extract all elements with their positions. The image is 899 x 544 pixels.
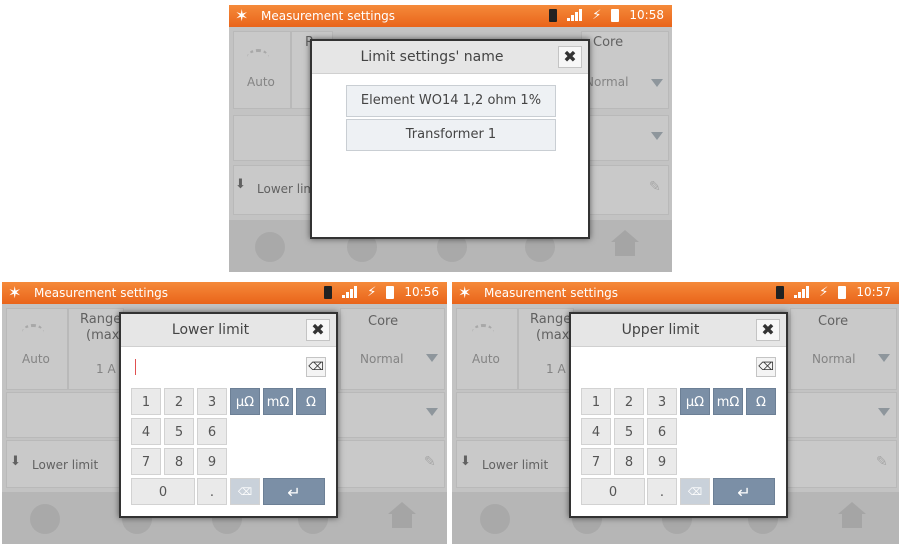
key-5[interactable]: 5 [164,418,194,445]
key-7[interactable]: 7 [581,448,611,475]
key-1[interactable]: 1 [581,388,611,415]
sd-card-icon [324,285,333,299]
value-input[interactable]: ⌫ [127,352,330,382]
screen-title: Measurement settings [484,286,619,300]
logo-icon: ✶ [8,283,22,302]
logo-icon: ✶ [458,283,472,302]
key-milli-ohm[interactable]: mΩ [713,388,743,415]
dialog-header: Upper limit ✖ [571,314,786,347]
signal-icon [342,286,358,298]
key-5[interactable]: 5 [614,418,644,445]
text-caret [135,359,136,375]
clock: 10:57 [856,285,891,299]
screen-title: Measurement settings [261,9,396,23]
key-0[interactable]: 0 [131,478,195,505]
close-icon[interactable]: ✖ [558,46,582,68]
logo-icon: ✶ [235,6,249,25]
key-0[interactable]: 0 [581,478,645,505]
title-bar: ✶ Measurement settings ⚡ 10:58 [229,5,672,27]
key-9[interactable]: 9 [197,448,227,475]
sd-card-icon [776,285,785,299]
key-3[interactable]: 3 [197,388,227,415]
close-icon[interactable]: ✖ [306,319,330,341]
status-area: ⚡ 10:57 [776,285,891,299]
plug-icon: ⚡ [819,284,829,300]
backspace-icon[interactable]: ⌫ [680,478,710,505]
key-micro-ohm[interactable]: µΩ [680,388,710,415]
signal-icon [794,286,810,298]
key-4[interactable]: 4 [581,418,611,445]
upper-limit-dialog: Upper limit ✖ ⌫ 1 2 3 µΩ mΩ Ω 4 5 6 7 8 … [569,312,788,518]
key-micro-ohm[interactable]: µΩ [230,388,260,415]
key-decimal[interactable]: . [647,478,677,505]
dialog-title: Limit settings' name [360,49,504,65]
status-area: ⚡ 10:56 [324,285,439,299]
key-6[interactable]: 6 [197,418,227,445]
eraser-icon[interactable]: ⌫ [306,357,326,377]
backspace-icon[interactable]: ⌫ [230,478,260,505]
dialog-header: Lower limit ✖ [121,314,336,347]
screen-upper-limit: ✶ Measurement settings ⚡ 10:57 Auto Rang… [452,282,899,544]
key-9[interactable]: 9 [647,448,677,475]
key-6[interactable]: 6 [647,418,677,445]
key-ohm[interactable]: Ω [746,388,776,415]
key-2[interactable]: 2 [614,388,644,415]
key-ohm[interactable]: Ω [296,388,326,415]
status-area: ⚡ 10:58 [549,8,664,22]
key-8[interactable]: 8 [164,448,194,475]
battery-icon [838,285,847,299]
eraser-icon[interactable]: ⌫ [756,357,776,377]
lower-limit-dialog: Lower limit ✖ ⌫ 1 2 3 µΩ mΩ Ω 4 5 6 7 8 … [119,312,338,518]
limit-name-option[interactable]: Element WO14 1,2 ohm 1% [346,85,556,117]
key-8[interactable]: 8 [614,448,644,475]
plug-icon: ⚡ [592,7,602,23]
enter-icon[interactable]: ↵ [713,478,775,505]
numeric-keypad: 1 2 3 µΩ mΩ Ω 4 5 6 7 8 9 0 . ⌫ ↵ [131,388,326,508]
limit-name-dialog: Limit settings' name ✖ Element WO14 1,2 … [310,39,590,239]
dialog-header: Limit settings' name ✖ [312,41,588,74]
clock: 10:56 [404,285,439,299]
clock: 10:58 [629,8,664,22]
close-icon[interactable]: ✖ [756,319,780,341]
screen-title: Measurement settings [34,286,169,300]
key-4[interactable]: 4 [131,418,161,445]
title-bar: ✶ Measurement settings ⚡ 10:57 [452,282,899,304]
value-input[interactable]: ⌫ [577,352,780,382]
sd-card-icon [549,8,558,22]
battery-icon [386,285,395,299]
title-bar: ✶ Measurement settings ⚡ 10:56 [2,282,447,304]
key-3[interactable]: 3 [647,388,677,415]
battery-icon [611,8,620,22]
key-milli-ohm[interactable]: mΩ [263,388,293,415]
key-2[interactable]: 2 [164,388,194,415]
plug-icon: ⚡ [367,284,377,300]
numeric-keypad: 1 2 3 µΩ mΩ Ω 4 5 6 7 8 9 0 . ⌫ ↵ [581,388,776,508]
screen-lower-limit: ✶ Measurement settings ⚡ 10:56 Auto Rang… [2,282,447,544]
signal-icon [567,9,583,21]
key-7[interactable]: 7 [131,448,161,475]
key-decimal[interactable]: . [197,478,227,505]
enter-icon[interactable]: ↵ [263,478,325,505]
limit-name-option[interactable]: Transformer 1 [346,119,556,151]
screen-limit-settings-name: ✶ Measurement settings ⚡ 10:58 Auto R Co… [229,5,672,272]
dialog-title: Upper limit [621,322,700,338]
key-1[interactable]: 1 [131,388,161,415]
dialog-title: Lower limit [171,322,250,338]
